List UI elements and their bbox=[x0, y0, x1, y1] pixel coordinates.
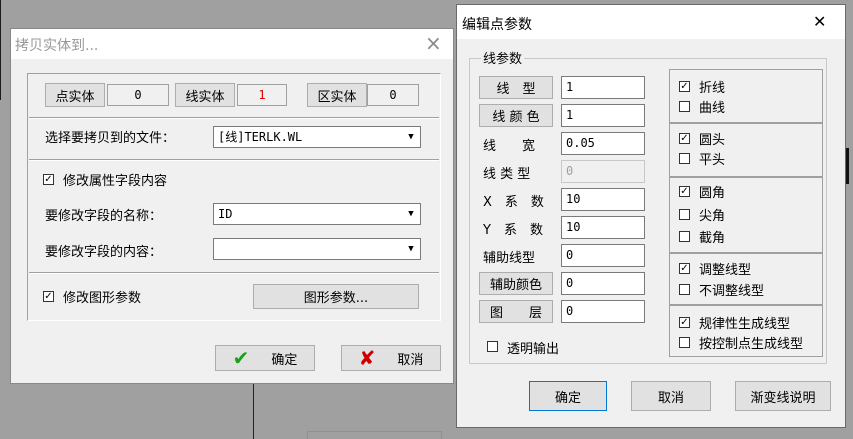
cap-style-group bbox=[669, 123, 823, 177]
close-icon[interactable]: ✕ bbox=[813, 12, 826, 31]
ok-button[interactable]: ✔ 确定 bbox=[215, 345, 315, 371]
dialog-title: 编辑点参数 bbox=[462, 17, 532, 33]
layer-button[interactable]: 图 层 bbox=[479, 300, 553, 323]
flat-cap-label: 平头 bbox=[699, 153, 726, 168]
aux-type-label: 辅助线型 bbox=[483, 251, 536, 266]
aux-color-button[interactable]: 辅助颜色 bbox=[479, 272, 553, 295]
background-divider bbox=[253, 383, 254, 439]
separator bbox=[29, 272, 439, 274]
adjust-linetype-checkbox[interactable]: ✓ bbox=[679, 263, 690, 274]
graphic-params-button[interactable]: 图形参数... bbox=[253, 284, 419, 309]
separator bbox=[29, 159, 439, 161]
cross-icon: ✘ bbox=[358, 346, 376, 370]
group-title: 线参数 bbox=[481, 48, 525, 67]
round-cap-label: 圆头 bbox=[699, 133, 726, 148]
curve-label: 曲线 bbox=[699, 101, 726, 116]
round-corner-checkbox[interactable]: ✓ bbox=[679, 186, 690, 197]
field-name-label: 要修改字段的名称： bbox=[45, 209, 163, 224]
aux-type-input[interactable]: 0 bbox=[561, 244, 645, 267]
modify-graphic-checkbox[interactable]: ✓ bbox=[43, 291, 54, 302]
corner-style-group bbox=[669, 177, 823, 253]
background-selection-rect bbox=[307, 431, 442, 439]
target-file-value: [线]TERLK.WL bbox=[218, 130, 303, 144]
area-entity-button[interactable]: 区实体 bbox=[307, 83, 367, 107]
cancel-button[interactable]: 取消 bbox=[631, 381, 711, 411]
line-width-label: 线 宽 bbox=[483, 139, 536, 154]
background-line-top bbox=[0, 0, 1, 100]
field-content-select[interactable]: ▼ bbox=[213, 238, 421, 260]
no-adjust-linetype-label: 不调整线型 bbox=[699, 284, 765, 299]
gradient-help-button[interactable]: 渐变线说明 bbox=[735, 381, 831, 411]
copy-entity-dialog: 拷贝实体到... × 点实体 0 线实体 1 区实体 0 选择要拷贝到的文件： … bbox=[10, 28, 454, 384]
field-name-value: ID bbox=[218, 207, 233, 221]
line-entity-button[interactable]: 线实体 bbox=[175, 83, 235, 107]
round-corner-label: 圆角 bbox=[699, 186, 726, 201]
line-kind-label: 线 类 型 bbox=[483, 167, 531, 182]
modify-attr-label: 修改属性字段内容 bbox=[63, 174, 168, 189]
join-style-group bbox=[669, 69, 823, 123]
polyline-checkbox[interactable]: ✓ bbox=[679, 81, 690, 92]
line-color-button[interactable]: 线 颜 色 bbox=[479, 104, 553, 127]
separator bbox=[29, 117, 439, 119]
line-width-input[interactable]: 0.05 bbox=[561, 132, 645, 155]
chevron-down-icon[interactable]: ▼ bbox=[403, 128, 419, 146]
ok-button[interactable]: 确定 bbox=[529, 381, 607, 411]
background-partial-glyph bbox=[846, 148, 853, 184]
line-kind-input: 0 bbox=[561, 160, 645, 183]
control-point-generate-label: 按控制点生成线型 bbox=[699, 337, 804, 352]
regular-generate-checkbox[interactable]: ✓ bbox=[679, 317, 690, 328]
x-coef-input[interactable]: 10 bbox=[561, 188, 645, 211]
dialog-title: 拷贝实体到... bbox=[15, 38, 99, 54]
regular-generate-label: 规律性生成线型 bbox=[699, 317, 791, 332]
cancel-label: 取消 bbox=[397, 352, 424, 368]
cut-corner-checkbox[interactable] bbox=[679, 231, 690, 242]
area-count-box: 0 bbox=[367, 84, 419, 106]
aux-color-input[interactable]: 0 bbox=[561, 272, 645, 295]
field-content-label: 要修改字段的内容： bbox=[45, 245, 163, 260]
y-coef-input[interactable]: 10 bbox=[561, 216, 645, 239]
layer-input[interactable]: 0 bbox=[561, 300, 645, 323]
target-file-select[interactable]: [线]TERLK.WL ▼ bbox=[213, 126, 421, 148]
modify-graphic-label: 修改图形参数 bbox=[63, 291, 142, 306]
ok-label: 确定 bbox=[271, 352, 298, 368]
round-cap-checkbox[interactable]: ✓ bbox=[679, 133, 690, 144]
x-coef-label: X 系 数 bbox=[483, 195, 544, 210]
target-file-label: 选择要拷贝到的文件： bbox=[45, 131, 176, 146]
cancel-button[interactable]: ✘ 取消 bbox=[341, 345, 441, 371]
cut-corner-label: 截角 bbox=[699, 231, 726, 246]
modify-attr-checkbox[interactable]: ✓ bbox=[43, 174, 54, 185]
line-type-input[interactable]: 1 bbox=[561, 76, 645, 99]
flat-cap-checkbox[interactable] bbox=[679, 153, 690, 164]
adjust-linetype-label: 调整线型 bbox=[699, 263, 752, 278]
sharp-corner-checkbox[interactable] bbox=[679, 209, 690, 220]
line-count-box: 1 bbox=[237, 84, 287, 106]
close-icon[interactable]: × bbox=[425, 31, 442, 55]
transparent-output-checkbox[interactable] bbox=[487, 341, 498, 352]
edit-point-params-dialog: 编辑点参数 ✕ 线参数 线 型 1 线 颜 色 1 线 宽 0.05 线 类 型… bbox=[456, 4, 846, 428]
y-coef-label: Y 系 数 bbox=[483, 223, 543, 238]
line-type-button[interactable]: 线 型 bbox=[479, 76, 553, 99]
sharp-corner-label: 尖角 bbox=[699, 209, 726, 224]
chevron-down-icon[interactable]: ▼ bbox=[403, 205, 419, 223]
check-icon: ✔ bbox=[232, 346, 250, 370]
point-count-box: 0 bbox=[107, 84, 169, 106]
transparent-output-label: 透明输出 bbox=[507, 342, 560, 357]
control-point-generate-checkbox[interactable] bbox=[679, 337, 690, 348]
point-entity-button[interactable]: 点实体 bbox=[45, 83, 105, 107]
chevron-down-icon[interactable]: ▼ bbox=[403, 240, 419, 258]
line-color-input[interactable]: 1 bbox=[561, 104, 645, 127]
polyline-label: 折线 bbox=[699, 81, 726, 96]
no-adjust-linetype-checkbox[interactable] bbox=[679, 284, 690, 295]
field-name-select[interactable]: ID ▼ bbox=[213, 203, 421, 225]
curve-checkbox[interactable] bbox=[679, 101, 690, 112]
